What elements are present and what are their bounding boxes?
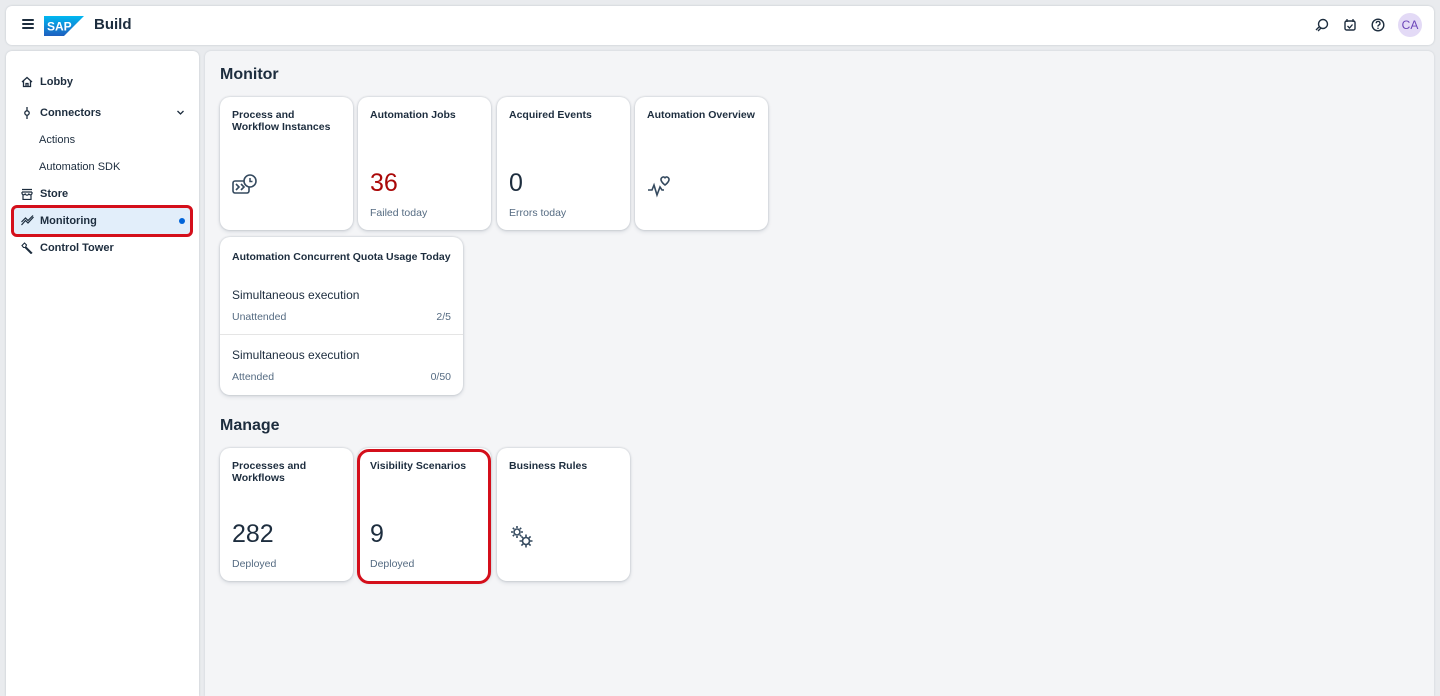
tile-title: Processes and Workflows xyxy=(232,460,307,484)
tile-process-workflow-instances[interactable]: Process and Workflow Instances xyxy=(220,97,353,230)
process-monitor-icon xyxy=(232,174,257,194)
joule-icon[interactable] xyxy=(1314,17,1330,33)
tile-title: Business Rules xyxy=(509,460,588,472)
tile-subtitle: Deployed xyxy=(370,558,415,570)
nav-item-automation-sdk[interactable]: Automation SDK xyxy=(14,153,191,180)
quota-row-attended: Simultaneous execution Attended 0/50 xyxy=(220,342,463,400)
home-icon xyxy=(20,75,34,89)
tile-number: 36 xyxy=(370,169,398,197)
quota-label: Simultaneous execution xyxy=(232,288,360,302)
connector-icon xyxy=(20,106,34,120)
monitor-section-title: Monitor xyxy=(220,66,279,83)
tile-automation-jobs[interactable]: Automation Jobs 36 Failed today xyxy=(358,97,491,230)
notifications-icon[interactable] xyxy=(1342,17,1358,33)
nav-item-monitoring[interactable]: Monitoring xyxy=(14,207,191,234)
nav-item-actions[interactable]: Actions xyxy=(14,126,191,153)
tile-business-rules[interactable]: Business Rules xyxy=(497,448,630,581)
menu-icon[interactable] xyxy=(20,17,36,33)
nav-label: Control Tower xyxy=(40,241,114,254)
divider xyxy=(220,334,463,335)
tile-acquired-events[interactable]: Acquired Events 0 Errors today xyxy=(497,97,630,230)
nav-label: Monitoring xyxy=(40,214,97,227)
quota-label: Simultaneous execution xyxy=(232,348,360,362)
store-icon xyxy=(20,187,34,201)
chevron-down-icon[interactable] xyxy=(176,108,185,117)
quota-value: 2/5 xyxy=(436,311,451,323)
nav-label: Store xyxy=(40,187,69,200)
quota-type: Attended xyxy=(232,371,275,383)
nav-label: Automation SDK xyxy=(39,160,121,173)
tile-number: 0 xyxy=(509,169,523,197)
tile-title: Automation Jobs xyxy=(370,109,456,121)
nav-item-connectors[interactable]: Connectors xyxy=(14,99,191,126)
nav-label: Actions xyxy=(39,133,76,146)
heart-pulse-icon xyxy=(648,176,670,198)
monitoring-icon xyxy=(20,214,34,228)
quota-type: Unattended xyxy=(232,311,287,323)
quota-usage-card: Automation Concurrent Quota Usage Today … xyxy=(220,237,463,395)
svg-text:SAP: SAP xyxy=(47,20,72,34)
nav-label: Connectors xyxy=(40,106,102,119)
tile-title: Acquired Events xyxy=(509,109,592,121)
tile-subtitle: Errors today xyxy=(509,207,567,219)
tile-automation-overview[interactable]: Automation Overview xyxy=(635,97,768,230)
tile-title: Visibility Scenarios xyxy=(370,460,467,472)
nav-item-store[interactable]: Store xyxy=(14,180,191,207)
sap-logo[interactable]: SAP xyxy=(44,16,84,36)
gears-icon xyxy=(511,526,533,548)
quota-value: 0/50 xyxy=(430,371,451,383)
shell-bar: SAP Build CA xyxy=(6,6,1434,45)
quota-card-title: Automation Concurrent Quota Usage Today xyxy=(232,251,451,263)
user-avatar[interactable]: CA xyxy=(1398,13,1422,37)
nav-item-control-tower[interactable]: Control Tower xyxy=(14,234,191,261)
side-navigation: Lobby Connectors Actions Automation SDK … xyxy=(6,51,199,696)
tile-title: Process and Workflow Instances xyxy=(232,109,331,133)
tile-subtitle: Deployed xyxy=(232,558,277,570)
product-name: Build xyxy=(94,16,132,33)
nav-item-lobby[interactable]: Lobby xyxy=(14,68,191,95)
manage-section-title: Manage xyxy=(220,417,280,434)
tile-number: 9 xyxy=(370,520,384,548)
tile-processes-workflows[interactable]: Processes and Workflows 282 Deployed xyxy=(220,448,353,581)
tile-number: 282 xyxy=(232,520,274,548)
tile-visibility-scenarios[interactable]: Visibility Scenarios 9 Deployed xyxy=(358,448,491,581)
selection-dot xyxy=(179,218,185,224)
tile-title: Automation Overview xyxy=(647,109,755,121)
nav-label: Lobby xyxy=(40,75,73,88)
quota-row-unattended: Simultaneous execution Unattended 2/5 xyxy=(220,282,463,340)
tile-subtitle: Failed today xyxy=(370,207,428,219)
wrench-icon xyxy=(20,241,34,255)
help-icon[interactable] xyxy=(1370,17,1386,33)
main-content: Monitor Process and Workflow Instances A… xyxy=(205,51,1434,696)
